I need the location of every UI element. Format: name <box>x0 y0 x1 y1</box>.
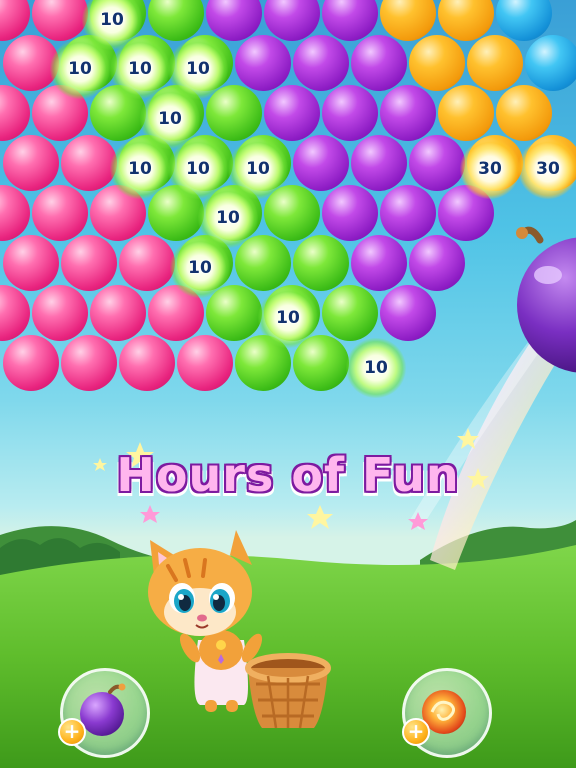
score-pop: 10 <box>110 139 170 199</box>
bubble <box>409 35 465 91</box>
score-pop: 30 <box>518 139 576 199</box>
score-label: 10 <box>186 159 210 179</box>
bubble <box>467 35 523 91</box>
bubble <box>525 35 576 91</box>
bubble <box>293 35 349 91</box>
bubble <box>293 235 349 291</box>
bubble <box>177 335 233 391</box>
bubble <box>496 85 552 141</box>
bubble <box>380 185 436 241</box>
score-pop: 10 <box>50 39 110 99</box>
bubble <box>32 285 88 341</box>
bubble <box>351 235 407 291</box>
bubble <box>3 135 59 191</box>
bubble <box>3 235 59 291</box>
bubble <box>409 135 465 191</box>
score-pop: 10 <box>346 338 406 398</box>
bubble <box>322 285 378 341</box>
bubble <box>351 135 407 191</box>
game-screen: 10 10 10 10 10 10 10 10 10 10 10 10 30 3… <box>0 0 576 768</box>
bubble <box>61 235 117 291</box>
bubble <box>61 335 117 391</box>
score-label: 10 <box>276 308 300 328</box>
bubble <box>322 85 378 141</box>
bubble <box>32 185 88 241</box>
score-label: 10 <box>158 109 182 129</box>
score-label: 10 <box>216 208 240 228</box>
score-label: 10 <box>188 258 212 278</box>
score-label: 10 <box>68 59 92 79</box>
score-label: 30 <box>536 159 560 179</box>
score-label: 10 <box>186 59 210 79</box>
bubble <box>235 35 291 91</box>
bubble <box>351 35 407 91</box>
add-bomb-plus-icon[interactable]: + <box>58 718 86 746</box>
add-fireball-plus-icon[interactable]: + <box>402 718 430 746</box>
bubble <box>293 135 349 191</box>
title-banner: Hours of Fun <box>116 448 460 502</box>
score-label: 10 <box>128 59 152 79</box>
score-label: 10 <box>246 159 270 179</box>
score-label: 30 <box>478 159 502 179</box>
bubble <box>61 135 117 191</box>
bubble <box>322 185 378 241</box>
bubble <box>119 335 175 391</box>
bubble <box>119 235 175 291</box>
bubble <box>380 85 436 141</box>
bubble <box>438 85 494 141</box>
bubble <box>380 285 436 341</box>
bubble <box>264 85 320 141</box>
score-label: 10 <box>100 10 124 30</box>
score-label: 10 <box>128 159 152 179</box>
score-label: 10 <box>364 358 388 378</box>
bubble <box>3 335 59 391</box>
score-pop: 10 <box>258 288 318 348</box>
bubble <box>409 235 465 291</box>
basket <box>245 653 331 729</box>
bubble <box>90 285 146 341</box>
score-pop: 10 <box>170 238 230 298</box>
score-pop: 30 <box>460 139 520 199</box>
